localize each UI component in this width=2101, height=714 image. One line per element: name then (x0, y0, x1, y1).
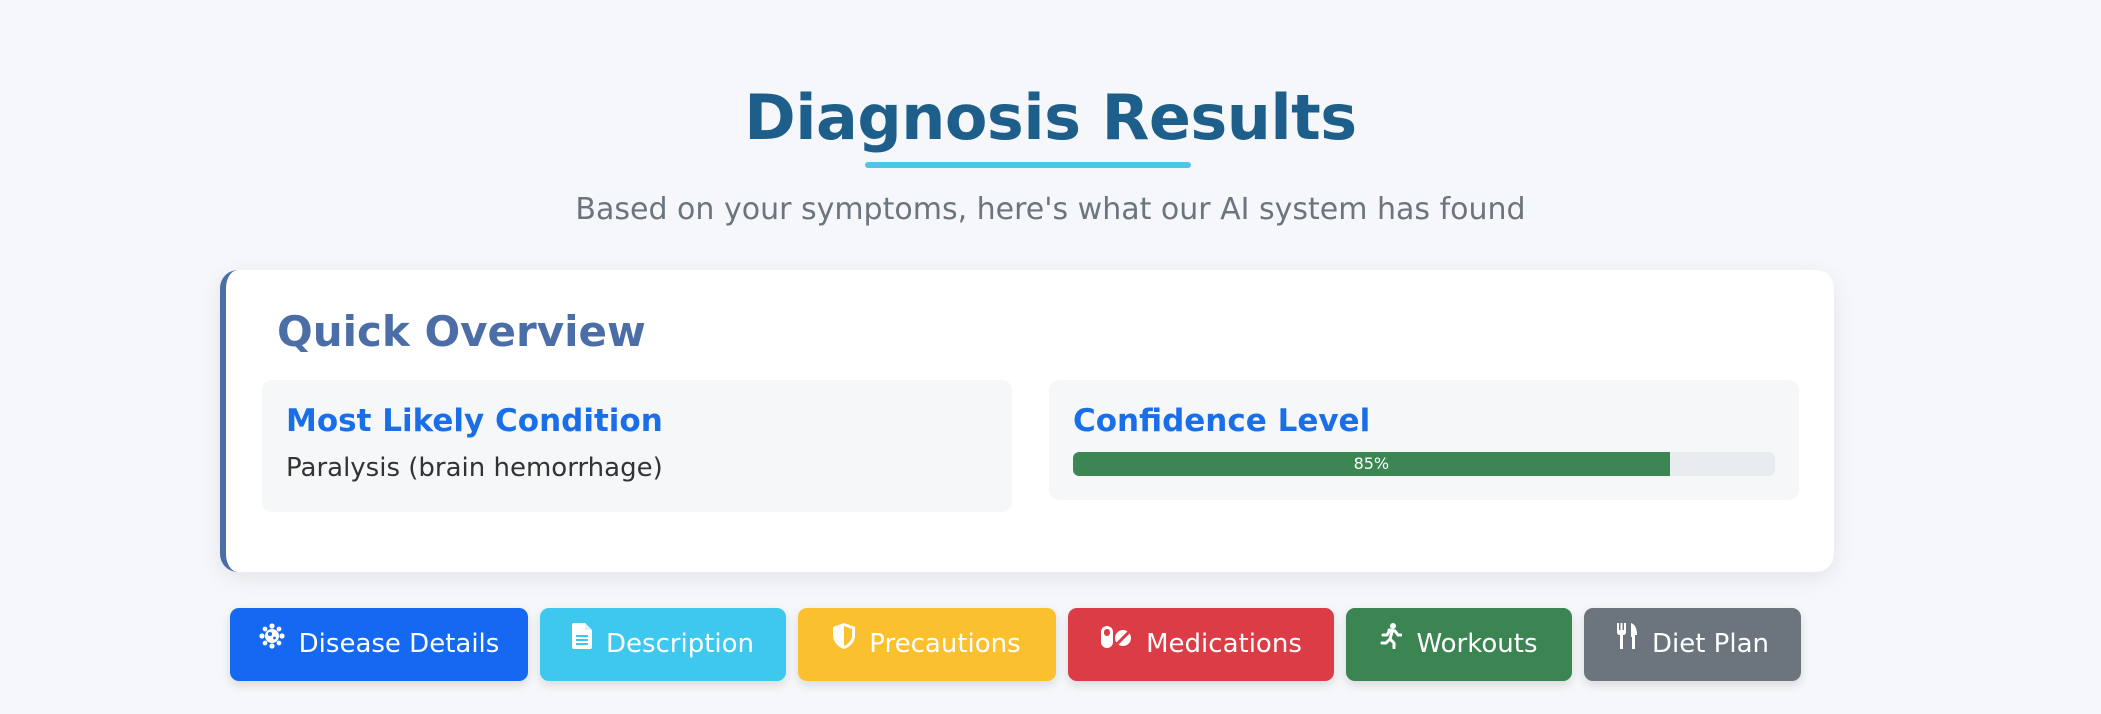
shield-icon (833, 605, 856, 678)
most-likely-condition-box: Most Likely Condition Paralysis (brain h… (262, 380, 1012, 512)
diet-plan-label: Diet Plan (1651, 629, 1769, 659)
utensils-icon (1616, 605, 1638, 678)
condition-heading: Most Likely Condition (286, 403, 663, 439)
workouts-label: Workouts (1416, 629, 1538, 659)
description-label: Description (605, 629, 755, 659)
confidence-progress-bar: 85% (1073, 452, 1775, 476)
description-button[interactable]: Description (540, 608, 786, 681)
workouts-button[interactable]: Workouts (1346, 608, 1572, 681)
confidence-heading: Confidence Level (1073, 403, 1371, 439)
running-person-icon (1380, 605, 1403, 678)
quick-overview-card: Quick Overview Most Likely Condition Par… (220, 270, 1834, 572)
pills-icon (1100, 605, 1132, 678)
title-underline (865, 162, 1191, 168)
precautions-button[interactable]: Precautions (798, 608, 1056, 681)
diet-plan-button[interactable]: Diet Plan (1584, 608, 1801, 681)
virus-icon (259, 605, 285, 678)
condition-value: Paralysis (brain hemorrhage) (286, 453, 663, 483)
medications-button[interactable]: Medications (1068, 608, 1334, 681)
page-title: Diagnosis Results (744, 81, 1357, 154)
medications-label: Medications (1146, 629, 1302, 659)
precautions-label: Precautions (869, 629, 1021, 659)
document-icon (571, 605, 592, 678)
disease-details-label: Disease Details (298, 629, 500, 659)
disease-details-button[interactable]: Disease Details (230, 608, 528, 681)
confidence-level-box: Confidence Level 85% (1049, 380, 1799, 500)
page-subtitle: Based on your symptoms, here's what our … (575, 192, 1526, 227)
confidence-progress-fill: 85% (1073, 452, 1670, 476)
quick-overview-title: Quick Overview (277, 307, 646, 356)
